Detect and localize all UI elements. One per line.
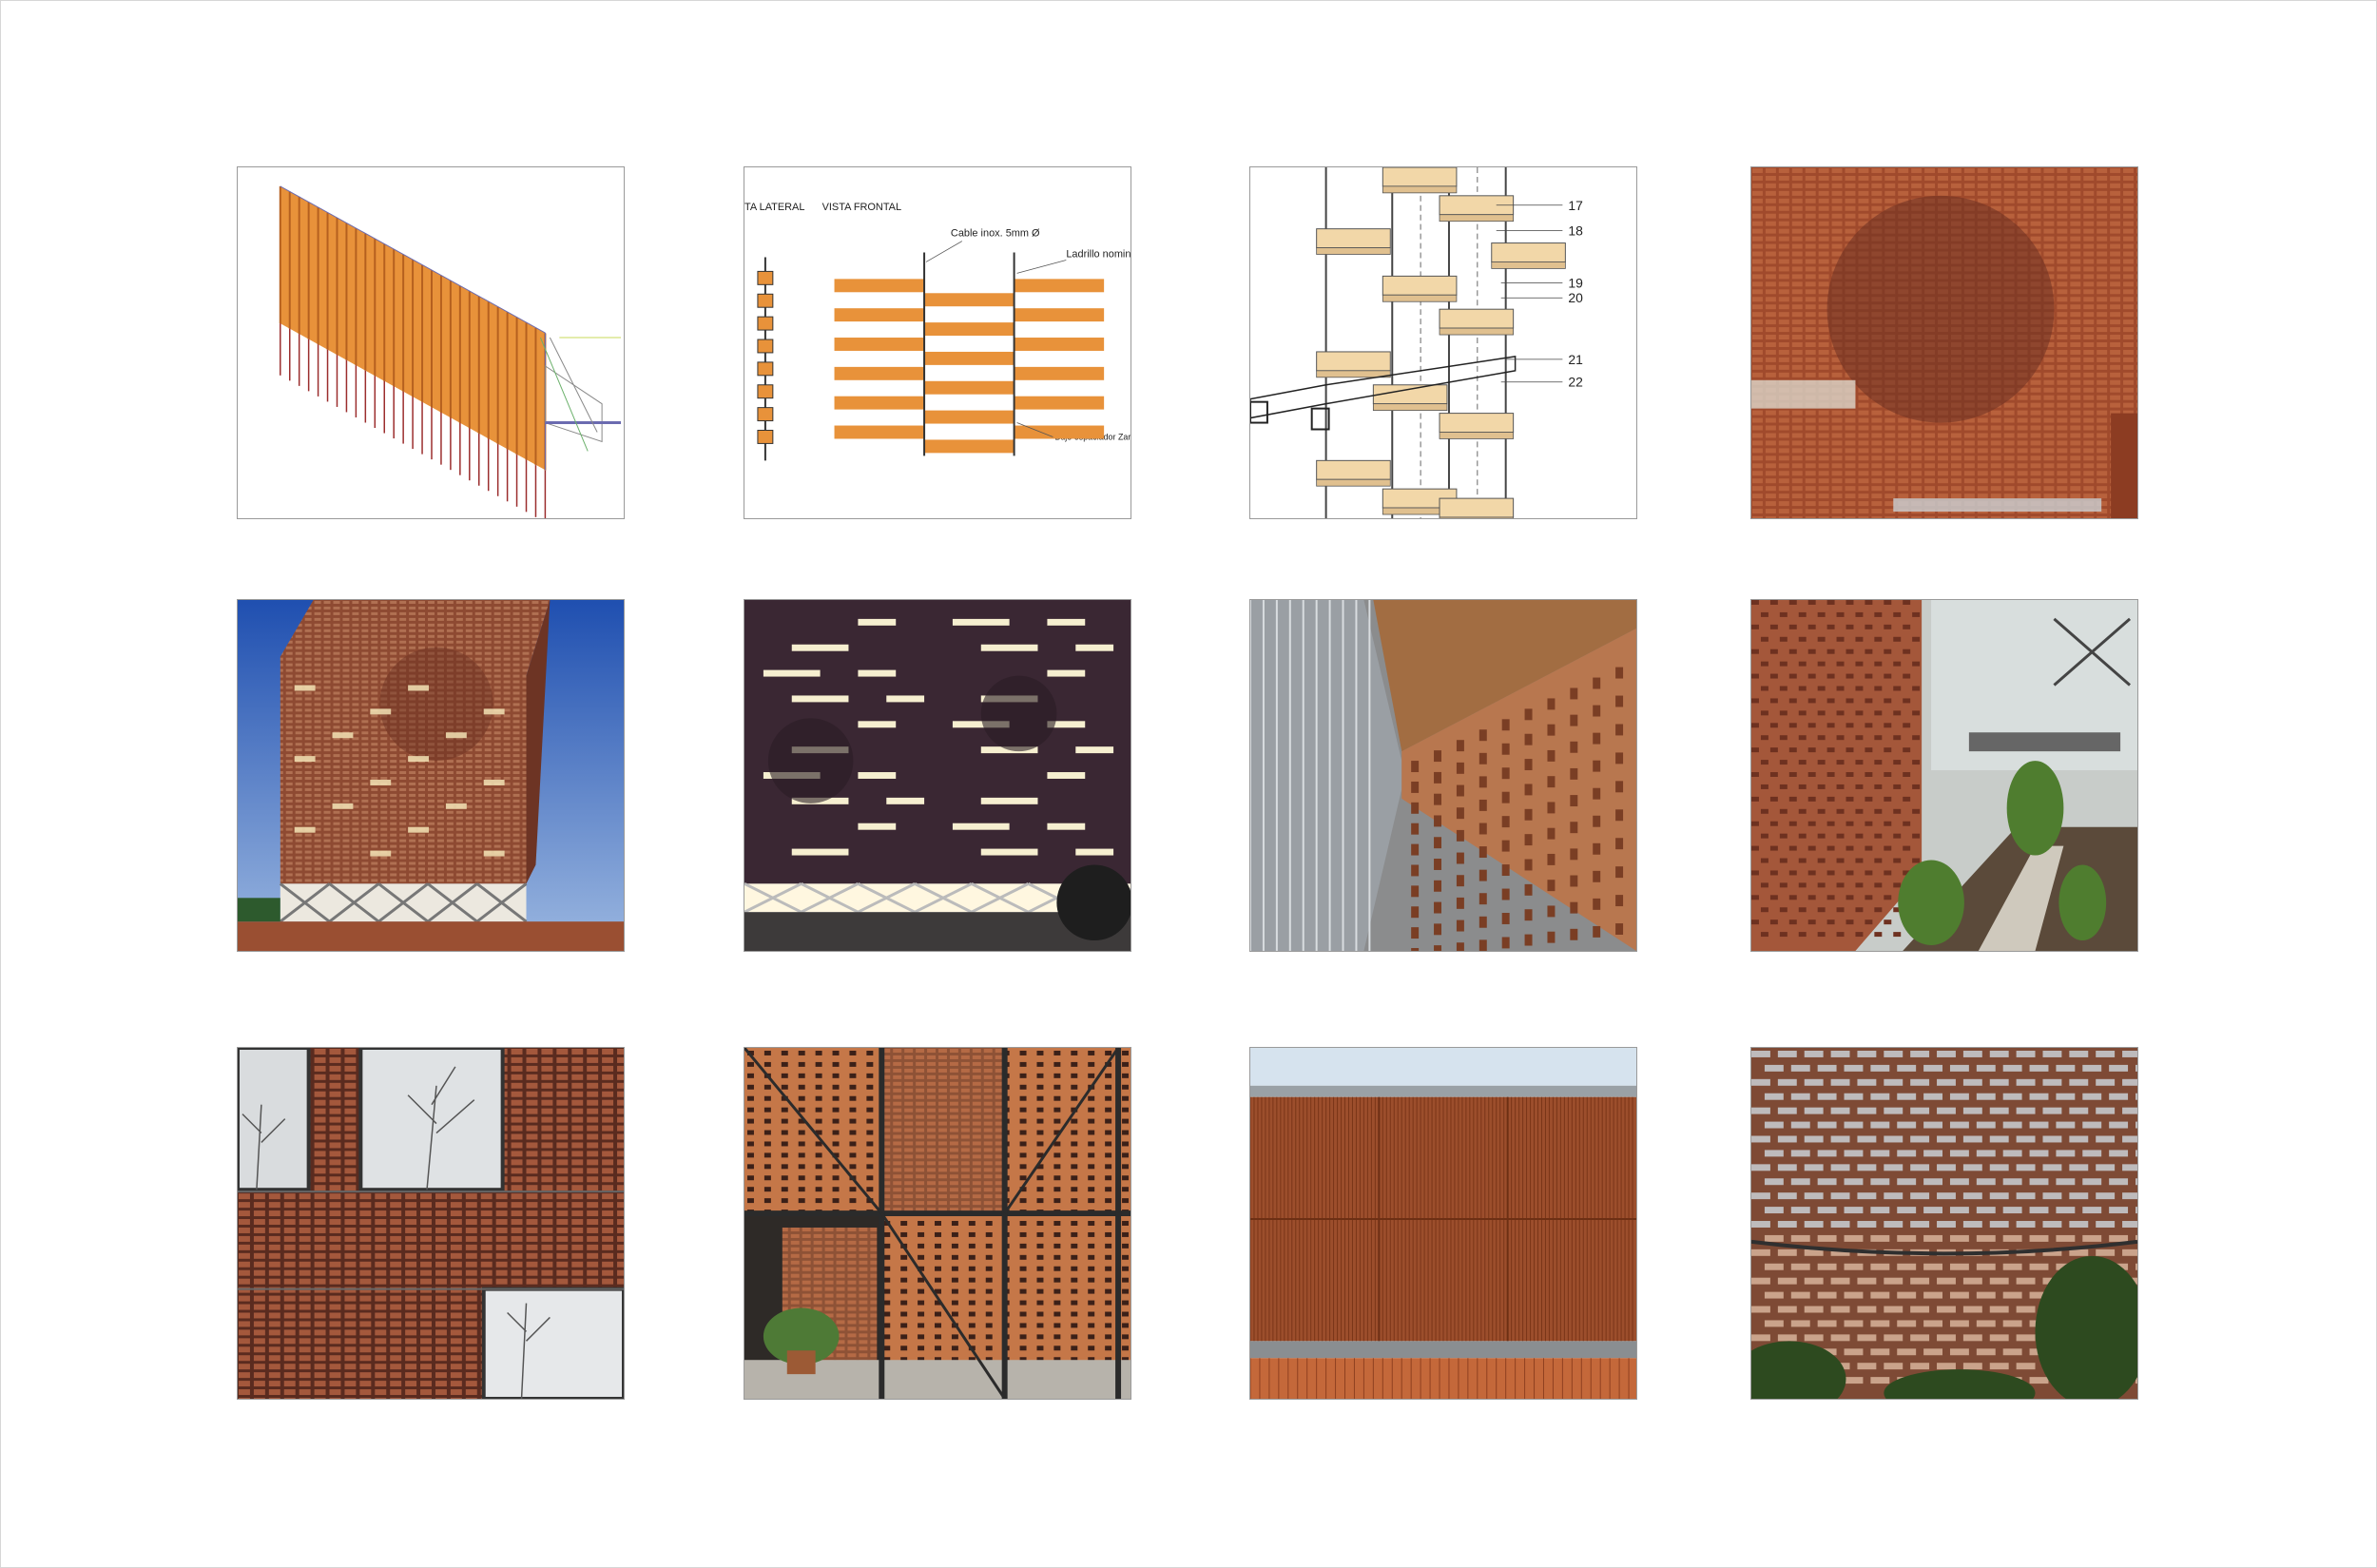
cube-building-photo: [237, 599, 625, 952]
perforated-brick-frame-photo: [744, 1047, 1131, 1400]
callout-21: 21: [1568, 352, 1583, 367]
interior-atrium-photo: [1750, 599, 2138, 952]
brick-circle-svg: [1751, 167, 2137, 518]
callout-20: 20: [1568, 290, 1583, 305]
callout-22: 22: [1568, 375, 1583, 390]
slat-wall-svg: [1250, 1048, 1636, 1399]
curved-brick-lattice-photo: [1750, 1047, 2138, 1400]
lateral-view-label: TA LATERAL: [744, 202, 804, 213]
exploded-detail-drawing: 17 18 19 20 21 22: [1249, 166, 1637, 519]
callout-19: 19: [1568, 275, 1583, 290]
lateral-frontal-drawing: TA LATERAL VISTA FRONTAL Cable inox. 5mm…: [744, 166, 1131, 519]
perspective-screen-svg: [1250, 600, 1636, 951]
frontal-view-label: VISTA FRONTAL: [822, 202, 901, 213]
callout-17: 17: [1568, 198, 1583, 213]
brick-label: Ladrillo nomin: [1066, 248, 1131, 260]
wooden-slat-wall-photo: [1249, 1047, 1637, 1400]
isometric-drawing-svg: [238, 167, 624, 518]
atrium-svg: [1751, 600, 2137, 951]
night-building-render: [744, 599, 1131, 952]
lateral-frontal-svg: TA LATERAL VISTA FRONTAL Cable inox. 5mm…: [744, 167, 1131, 518]
exploded-detail-svg: 17 18 19 20 21 22: [1250, 167, 1636, 518]
callout-18: 18: [1568, 223, 1583, 239]
cable-label: Cable inox. 5mm Ø: [951, 228, 1040, 240]
perspective-brick-screen-photo: [1249, 599, 1637, 952]
curved-lattice-svg: [1751, 1048, 2137, 1399]
cube-building-svg: [238, 600, 624, 951]
brick-facade-windows-photo: [237, 1047, 625, 1400]
isometric-facade-drawing: [237, 166, 625, 519]
brick-facade-circle-photo: [1750, 166, 2138, 519]
night-building-svg: [744, 600, 1131, 951]
perforated-frame-svg: [744, 1048, 1131, 1399]
facade-windows-svg: [238, 1048, 624, 1399]
